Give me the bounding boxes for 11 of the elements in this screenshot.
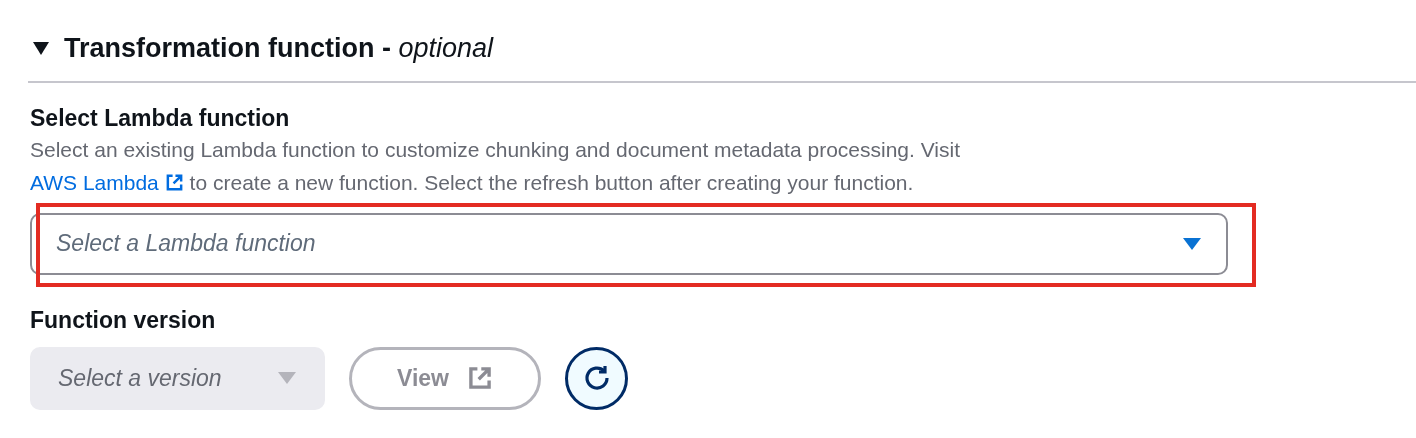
aws-lambda-link[interactable]: AWS Lambda (30, 165, 184, 199)
section-title: Transformation function - optional (64, 32, 494, 65)
external-link-icon (467, 365, 493, 391)
lambda-select[interactable]: Select a Lambda function (30, 212, 1228, 275)
external-link-icon (164, 172, 184, 192)
caret-down-icon (277, 371, 297, 385)
caret-down-icon[interactable] (32, 40, 50, 57)
field-label: Function version (30, 305, 217, 335)
field-label: Select Lambda function (30, 103, 291, 133)
field-description: Select an existing Lambda function to customize chunking and document metadata processing. Visit AWS Lambda to create a new function. Select the refresh button after creating your function. (30, 132, 1090, 199)
caret-down-icon (1182, 236, 1202, 251)
